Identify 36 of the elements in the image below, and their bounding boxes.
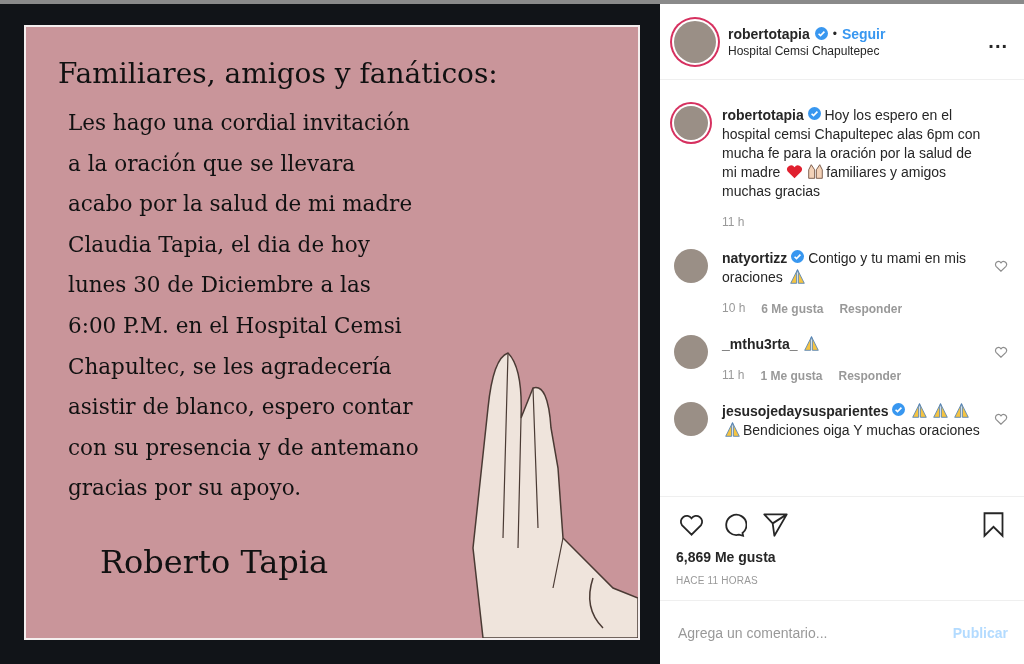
comment-time: 11 h [722,367,745,384]
profile-avatar[interactable] [674,20,716,63]
comment-username[interactable]: robertotapia [722,107,804,123]
like-comment-icon[interactable] [994,345,1008,359]
invitation-text-line: acabo por la salud de mi madre [67,190,414,219]
comment-text: natyortizz Contigo y tu mami en mis oraciones [722,249,968,287]
invitation-text-line: 6:00 P.M. en el Hospital Cemsi [67,311,403,340]
location-link[interactable]: Hospital Cemsi Chapultepec [728,43,977,58]
user-avatar[interactable] [674,335,708,369]
heart-emoji [786,163,804,180]
comment-text: robertotapia Hoy los espero en el hospital cemsi Chapultepec alas 6pm con mucha fe para la oración por la salud de mi madre familiares y amigos muchas gracias [722,106,982,201]
user-avatar[interactable] [674,402,708,436]
user-avatar[interactable] [674,249,708,283]
comment-time: 10 h [722,300,746,317]
comment-username[interactable]: natyortizz [722,250,788,266]
invitation-text-line: gracias por su apoyo. [67,474,303,503]
invitation-text-line: con su presencia y de antemano [67,433,420,462]
like-comment-icon[interactable] [994,412,1008,426]
separator-dot: • [832,26,837,41]
post-time: HACE 11 HORAS [676,575,759,586]
likes-count[interactable]: 6,869 Me gusta [676,549,1008,565]
invitation-text-line: asistir de blanco, espero contar [67,393,414,422]
username[interactable]: robertotapia [728,25,810,42]
comment-username[interactable]: jesusojedaysusparientes [722,403,889,419]
comment-username[interactable]: _mthu3rta_ [722,336,798,352]
invitation-text-line: Chapultec, se les agradecería [67,352,393,381]
more-options-button[interactable]: ... [988,30,1008,53]
invitation-title: Familiares, amigos y fanáticos: [58,56,499,92]
invitation-text-line: Claudia Tapia, el dia de hoy [67,230,371,259]
invitation-text-line: a la oración que se llevara [67,149,357,178]
comment-time: 11 h [722,214,745,231]
invitation-signature: Roberto Tapia [100,542,330,581]
like-comment-icon[interactable] [994,259,1008,273]
invitation-text-line: Les hago una cordial invitación [67,109,411,137]
invitation-text-line: lunes 30 de Diciembre a las [67,271,372,300]
comment-text: jesusojedaysusparientes Bendiciones oiga Y muchas oraciones [722,402,980,440]
